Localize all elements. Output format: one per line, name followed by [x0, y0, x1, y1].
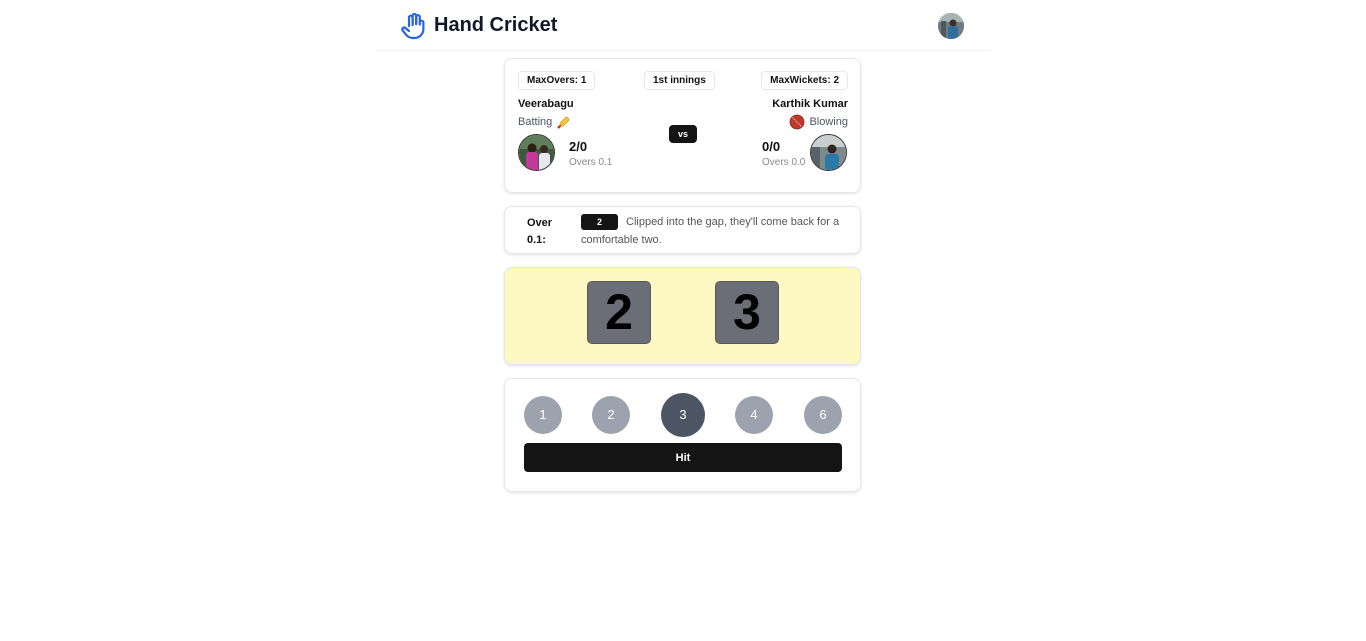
app-title: Hand Cricket	[434, 14, 558, 36]
batter-score: 2/0	[569, 139, 588, 154]
over-label: Over 0.1:	[527, 217, 553, 246]
hand-icon	[401, 12, 425, 40]
batter-avatar	[518, 134, 555, 171]
batter-name: Veerabagu	[518, 98, 574, 110]
commentary-card: Over 0.1: 2 Clipped into the gap, they'll…	[504, 206, 861, 254]
bowler-score: 0/0	[762, 139, 781, 154]
bowler-name: Karthik Kumar	[772, 98, 848, 110]
vs-badge: vs	[669, 125, 697, 143]
choice-button-2[interactable]: 2	[592, 396, 630, 434]
bowler-overs: Overs 0.0	[762, 157, 806, 168]
runs-badge: 2	[581, 214, 618, 231]
bowler-role-label: Blowing	[809, 116, 848, 128]
scoreboard-card: MaxOvers: 1 1st innings MaxWickets: 2 Ve…	[504, 58, 861, 193]
user-avatar[interactable]	[938, 13, 964, 39]
choice-button-3[interactable]: 3	[661, 393, 705, 437]
cricket-ball-icon	[790, 114, 805, 130]
batter-role-label: Batting	[518, 116, 553, 128]
app-header: Hand Cricket	[376, 0, 990, 51]
choice-button-1[interactable]: 1	[524, 396, 562, 434]
bowler-hand-value: 3	[715, 281, 779, 344]
batter-hand-value: 2	[587, 281, 651, 344]
commentary-line: 2 Clipped into the gap, they'll come back…	[581, 213, 851, 249]
cricket-bat-icon	[557, 116, 570, 129]
batter-overs: Overs 0.1	[569, 157, 613, 168]
max-overs-badge: MaxOvers: 1	[518, 71, 596, 90]
max-wickets-badge: MaxWickets: 2	[761, 71, 848, 90]
choice-button-4[interactable]: 4	[735, 396, 773, 434]
hit-button[interactable]: Hit	[524, 443, 842, 472]
bowler-role: Blowing	[789, 114, 848, 130]
innings-badge: 1st innings	[644, 71, 715, 90]
batter-role: Batting	[518, 114, 572, 130]
bowler-avatar	[810, 134, 847, 171]
hands-card: 2 3	[504, 267, 861, 365]
commentary-text: Clipped into the gap, they'll come back …	[581, 216, 840, 246]
choice-button-6[interactable]: 6	[804, 396, 842, 434]
controls-card: 1 2 3 4 6 Hit	[504, 378, 861, 492]
